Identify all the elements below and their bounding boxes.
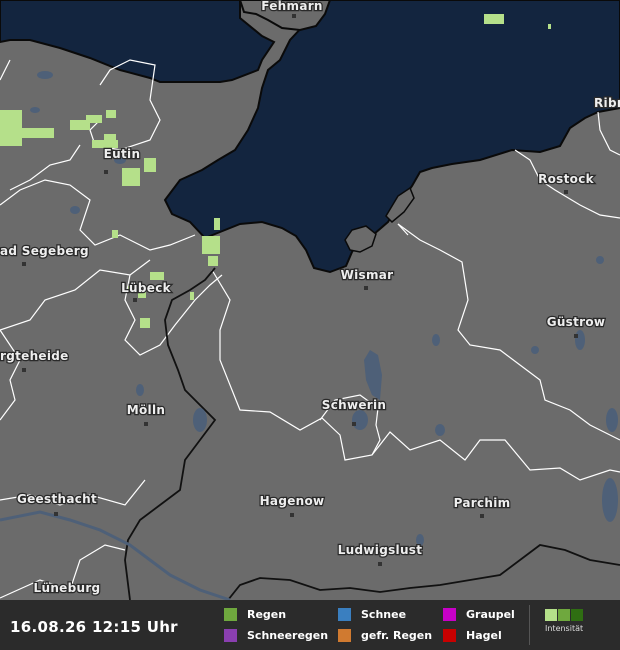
legend-schneeregen: Schneeregen <box>224 629 328 642</box>
city-label-schwerin: Schwerin <box>322 398 387 412</box>
legend-schnee-label: Schnee <box>361 608 407 621</box>
intensity-high-swatch <box>571 609 583 621</box>
legend-schnee: Schnee <box>338 608 406 621</box>
intensity-low-swatch <box>545 609 557 621</box>
city-label-ludwigslust: Ludwigslust <box>338 543 423 557</box>
city-label-moelln: Mölln <box>127 403 165 417</box>
intensity-label: Intensität <box>545 624 584 633</box>
city-label-parchim: Parchim <box>454 496 511 510</box>
legend-divider <box>529 605 530 645</box>
schnee-swatch <box>338 608 351 621</box>
legend-graupel: Graupel <box>443 608 515 621</box>
timestamp: 16.08.26 12:15 Uhr <box>10 618 178 636</box>
hagel-swatch <box>443 629 456 642</box>
graupel-swatch <box>443 608 456 621</box>
legend-graupel-label: Graupel <box>466 608 515 621</box>
map-canvas: Fehmarn Eutin ad Segeberg Lübeck rgtehei… <box>0 0 620 604</box>
city-label-geesthacht: Geesthacht <box>17 492 97 506</box>
legend-gefr-regen-label: gefr. Regen <box>361 629 433 642</box>
city-label-wismar: Wismar <box>341 268 394 282</box>
city-label-guestrow: Güstrow <box>547 315 606 329</box>
city-label-bargteheide: rgteheide <box>0 349 69 363</box>
city-label-ribnitz: Ribn <box>594 96 620 110</box>
schneeregen-swatch <box>224 629 237 642</box>
intensity-scale: Intensität <box>545 609 583 633</box>
legend-schneeregen-label: Schneeregen <box>247 629 329 642</box>
city-label-hagenow: Hagenow <box>260 494 325 508</box>
legend-gefr-regen: gefr. Regen <box>338 629 432 642</box>
legend-regen: Regen <box>224 608 286 621</box>
legend-hagel-label: Hagel <box>466 629 502 642</box>
legend-regen-label: Regen <box>247 608 287 621</box>
regen-swatch <box>224 608 237 621</box>
radar-map[interactable]: Fehmarn Eutin ad Segeberg Lübeck rgtehei… <box>0 0 620 604</box>
city-label-rostock: Rostock <box>538 172 595 186</box>
city-label-eutin: Eutin <box>104 147 141 161</box>
city-label-lueneburg: Lüneburg <box>34 581 101 595</box>
city-label-luebeck: Lübeck <box>121 281 172 295</box>
intensity-mid-swatch <box>558 609 570 621</box>
gefr-regen-swatch <box>338 629 351 642</box>
legend-bar: 16.08.26 12:15 Uhr Regen Schneeregen Sch… <box>0 600 620 650</box>
city-label-bad-segeberg: ad Segeberg <box>0 244 89 258</box>
legend-hagel: Hagel <box>443 629 502 642</box>
city-label-fehmarn: Fehmarn <box>261 0 323 13</box>
